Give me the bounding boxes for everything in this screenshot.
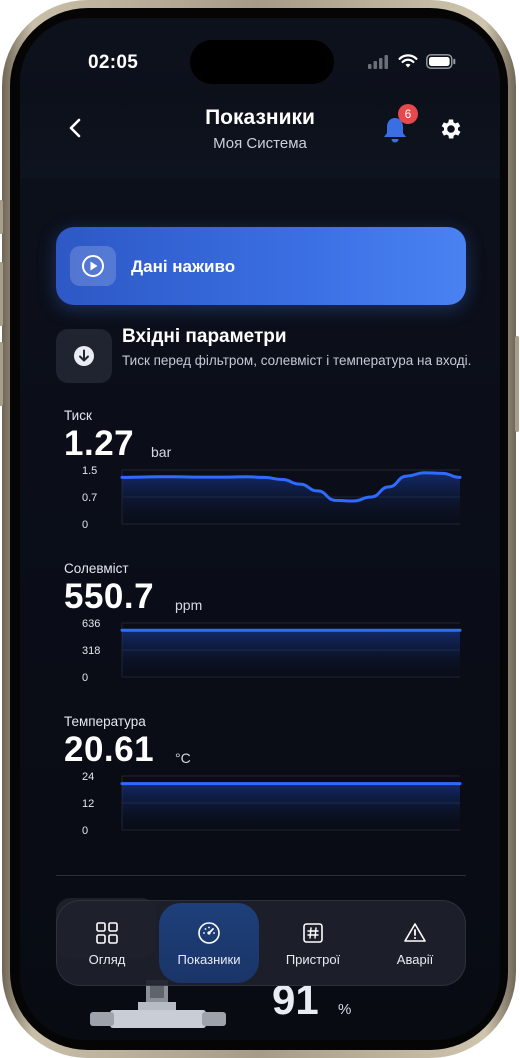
live-data-button[interactable]: Дані наживо: [56, 227, 466, 305]
section-title: Вхідні параметри: [122, 326, 287, 347]
notification-badge: 6: [398, 104, 418, 124]
section-description: Тиск перед фільтром, солевміст і темпера…: [122, 353, 472, 368]
metric-value-salinity: 550.7: [64, 577, 155, 616]
wifi-icon: [398, 54, 418, 68]
volume-down-button: [0, 342, 3, 406]
warning-icon: [404, 923, 426, 942]
header-background: [20, 88, 500, 178]
tab-bar: Огляд Показники Пристрої Аварії: [56, 900, 466, 986]
valve-icon: [90, 980, 226, 1028]
chart-area: [122, 783, 460, 830]
tab-devices[interactable]: Пристрої: [263, 901, 363, 987]
tab-overview[interactable]: Огляд: [57, 901, 157, 987]
tab-alarms-label: Аварії: [396, 952, 434, 967]
chart-tick-label: 0: [82, 519, 88, 531]
salinity-chart: 636 318 0: [82, 618, 462, 684]
metric-unit-pressure: bar: [151, 444, 172, 460]
tab-metrics[interactable]: Показники: [159, 903, 259, 983]
metric-value-temperature: 20.61: [64, 730, 155, 769]
chart-tick-label: 0: [82, 825, 88, 837]
chart-area: [122, 630, 460, 677]
gauge-icon: [198, 922, 220, 944]
tab-devices-label: Пристрої: [285, 952, 341, 967]
tab-alarms[interactable]: Аварії: [365, 901, 465, 987]
play-icon-box: [70, 246, 116, 286]
metric-label-temperature: Температура: [64, 714, 146, 729]
chart-tick-label: 24: [82, 771, 94, 783]
settings-gear-icon[interactable]: [438, 116, 464, 142]
hash-icon: [303, 923, 323, 943]
metric-label-salinity: Солевміст: [64, 561, 129, 576]
power-button: [515, 336, 519, 432]
grid-icon: [96, 922, 118, 944]
pressure-chart: 1.5 0.7 0: [82, 465, 462, 531]
section-divider: [56, 875, 466, 876]
chart-tick-label: 1.5: [82, 465, 97, 477]
play-circle-icon: [82, 255, 104, 277]
battery-icon: [426, 54, 456, 69]
volume-up-button: [0, 262, 3, 326]
chart-tick-label: 636: [82, 618, 100, 630]
page-subtitle: Моя Система: [213, 135, 307, 152]
metric-label-pressure: Тиск: [64, 408, 92, 423]
dynamic-island: [190, 40, 334, 84]
mute-switch: [0, 200, 3, 234]
temperature-chart: 24 12 0: [82, 771, 462, 837]
chart-tick-label: 318: [82, 645, 100, 657]
arrow-down-circle-icon: [74, 346, 94, 366]
signal-icon: [368, 54, 388, 69]
chart-tick-label: 0.7: [82, 492, 97, 504]
metric-value-pressure: 1.27: [64, 424, 135, 463]
tab-metrics-label: Показники: [177, 952, 241, 967]
metric-unit-salinity: ppm: [175, 597, 203, 613]
page-title: Показники: [205, 106, 315, 129]
chart-tick-label: 0: [82, 672, 88, 684]
tab-overview-label: Огляд: [88, 952, 126, 967]
peek-unit: %: [338, 1001, 352, 1018]
metric-unit-temperature: °C: [175, 750, 191, 766]
live-data-label: Дані наживо: [131, 257, 236, 276]
screen: 02:05 Показники Моя Система 6 Дані нажив…: [20, 18, 500, 1040]
status-icons: [368, 54, 456, 69]
chart-tick-label: 12: [82, 798, 94, 810]
status-time: 02:05: [88, 52, 139, 73]
section-icon-box: [56, 329, 112, 383]
